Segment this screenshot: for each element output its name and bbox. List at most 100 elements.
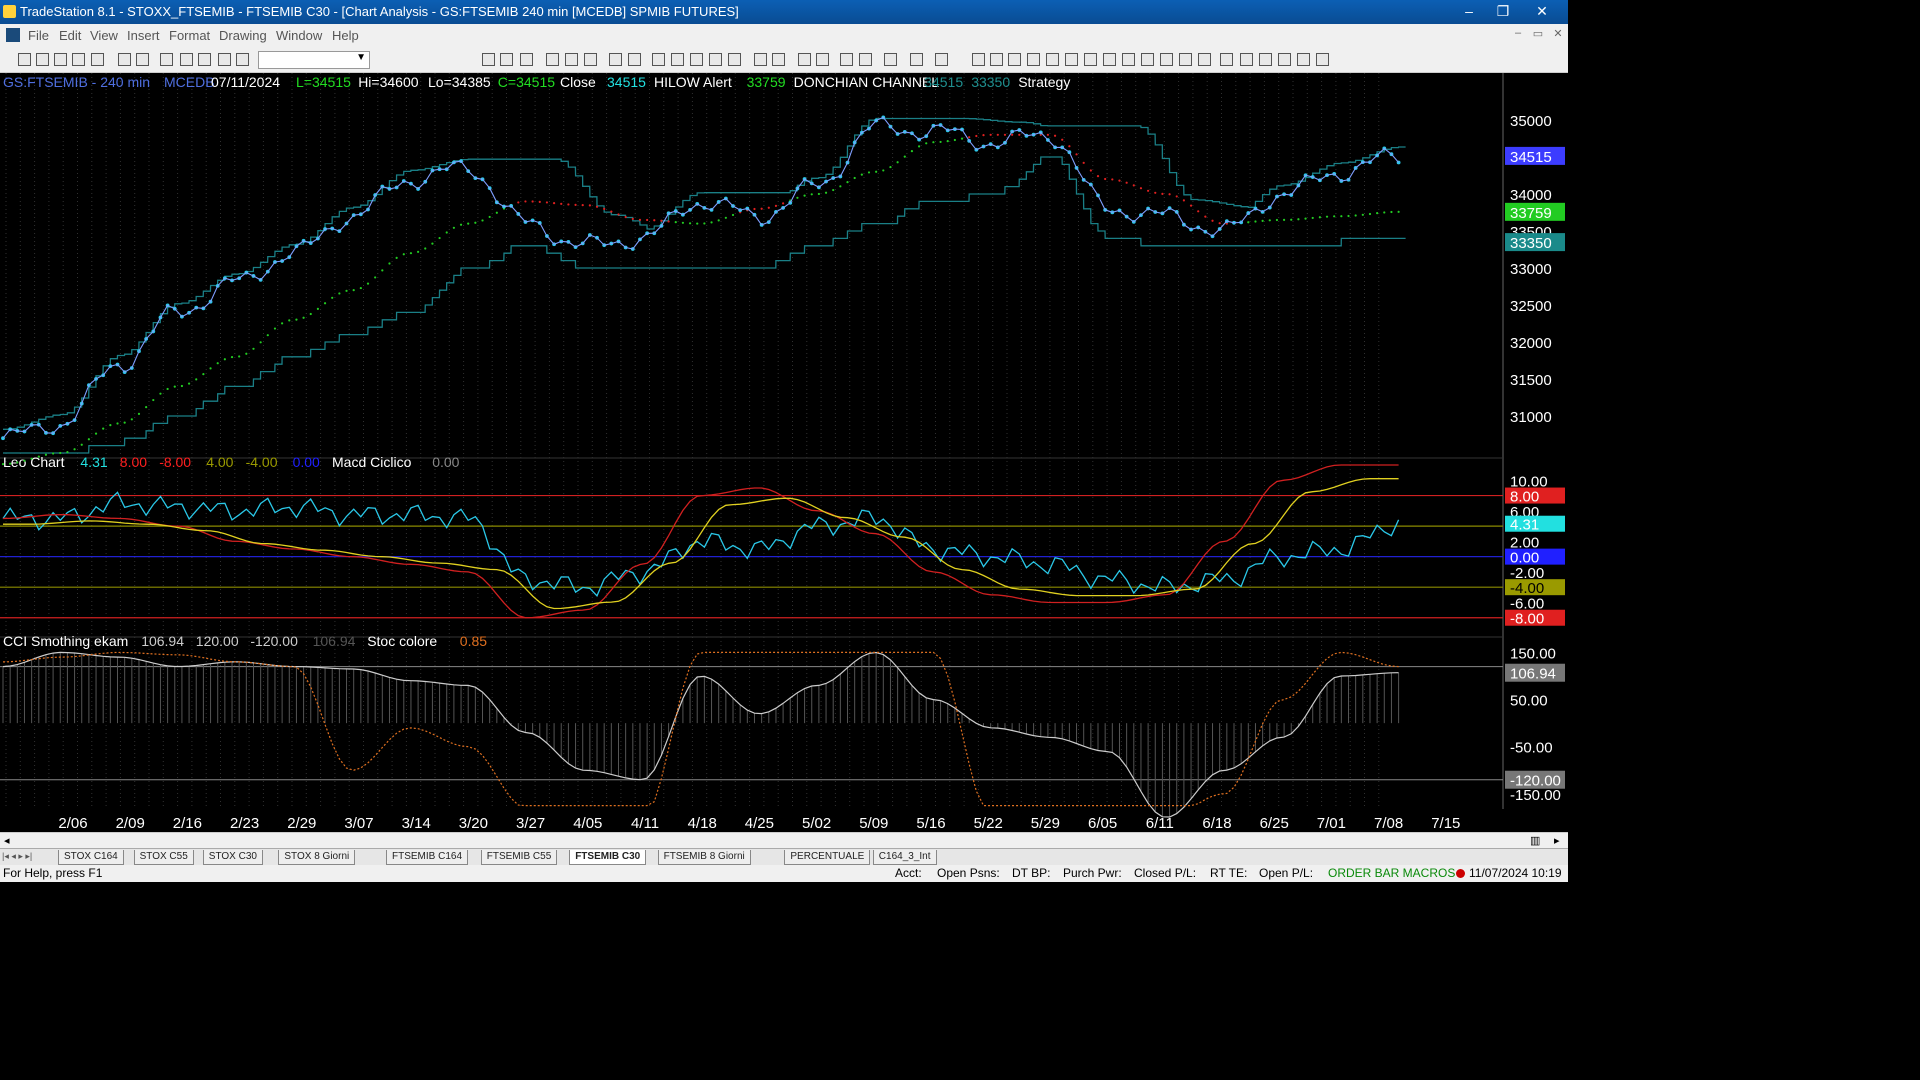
toolbar-tool-icon[interactable]: [118, 53, 131, 66]
toolbar-tool-icon[interactable]: [565, 53, 578, 66]
leo-header-label: 0.00: [293, 454, 320, 470]
toolbar-tool-icon[interactable]: [690, 53, 703, 66]
toolbar-tool-icon[interactable]: [884, 53, 897, 66]
menu-view[interactable]: View: [90, 28, 118, 43]
hilow-point: [688, 222, 692, 225]
toolbar-tool-icon[interactable]: [798, 53, 811, 66]
mdi-minimize-button[interactable]: –: [1510, 27, 1526, 43]
toolbar-tool-icon[interactable]: [1027, 53, 1040, 66]
toolbar-tool-icon[interactable]: [1122, 53, 1135, 66]
toolbar-tool-icon[interactable]: [1297, 53, 1310, 66]
hilow-point: [23, 459, 26, 462]
hilow-point: [696, 222, 699, 225]
horizontal-scrollbar[interactable]: ◂ ▥ ▸: [0, 832, 1568, 848]
cci-value-label: 106.94: [1510, 666, 1556, 683]
toolbar-tool-icon[interactable]: [816, 53, 829, 66]
menu-format[interactable]: Format: [169, 28, 210, 43]
toolbar-tool-icon[interactable]: [54, 53, 67, 66]
chevron-down-icon[interactable]: ▼: [356, 52, 366, 63]
toolbar-tool-icon[interactable]: [859, 53, 872, 66]
tab-ftsemib-c164[interactable]: FTSEMIB C164: [386, 850, 469, 865]
toolbar-tool-icon[interactable]: [1065, 53, 1078, 66]
mdi-close-button[interactable]: ✕: [1550, 27, 1566, 43]
toolbar-tool-icon[interactable]: [1198, 53, 1211, 66]
x-tick-label: 5/29: [1031, 815, 1060, 832]
hilow-point: [295, 318, 298, 321]
tab-ftsemib-c30[interactable]: FTSEMIB C30: [569, 850, 647, 865]
toolbar-tool-icon[interactable]: [1046, 53, 1059, 66]
scroll-thumb[interactable]: ▥: [1530, 834, 1540, 847]
menu-window[interactable]: Window: [276, 28, 322, 43]
toolbar-tool-icon[interactable]: [520, 53, 533, 66]
toolbar-tool-icon[interactable]: [18, 53, 31, 66]
close-button[interactable]: ✕: [1522, 0, 1562, 24]
toolbar-tool-icon[interactable]: [160, 53, 173, 66]
toolbar-tool-icon[interactable]: [754, 53, 767, 66]
menu-help[interactable]: Help: [332, 28, 359, 43]
toolbar-tool-icon[interactable]: [1141, 53, 1154, 66]
toolbar-tool-icon[interactable]: [910, 53, 923, 66]
menu-file[interactable]: File: [28, 28, 49, 43]
toolbar-tool-icon[interactable]: [772, 53, 785, 66]
toolbar-tool-icon[interactable]: [652, 53, 665, 66]
x-tick-label: 6/18: [1202, 815, 1231, 832]
menu-edit[interactable]: Edit: [59, 28, 81, 43]
toolbar-tool-icon[interactable]: [1259, 53, 1272, 66]
toolbar-tool-icon[interactable]: [840, 53, 853, 66]
toolbar-tool-icon[interactable]: [1316, 53, 1329, 66]
toolbar-tool-icon[interactable]: [990, 53, 1003, 66]
toolbar-tool-icon[interactable]: [482, 53, 495, 66]
tab-stox-c30[interactable]: STOX C30: [202, 850, 263, 865]
toolbar-tool-icon[interactable]: [671, 53, 684, 66]
toolbar-tool-icon[interactable]: [1084, 53, 1097, 66]
status-macros[interactable]: ORDER BAR MACROS: [1328, 865, 1455, 882]
mdi-restore-button[interactable]: ▭: [1530, 27, 1546, 43]
toolbar-tool-icon[interactable]: [1240, 53, 1253, 66]
toolbar-tool-icon[interactable]: [136, 53, 149, 66]
toolbar-tool-icon[interactable]: [935, 53, 948, 66]
toolbar-tool-icon[interactable]: [709, 53, 722, 66]
toolbar-tool-icon[interactable]: [72, 53, 85, 66]
hilow-point: [123, 421, 126, 424]
toolbar-tool-icon[interactable]: [236, 53, 249, 66]
chart-area[interactable]: 2/06 2/09 2/16 2/23 2/29 3/07 3/14 3/20 3/27 4/05…: [0, 73, 1568, 832]
toolbar-tool-icon[interactable]: [36, 53, 49, 66]
symbol-combobox[interactable]: ▼: [258, 51, 370, 69]
tab-stox-c164[interactable]: STOX C164: [58, 850, 124, 865]
menu-insert[interactable]: Insert: [127, 28, 160, 43]
hilow-point: [631, 217, 634, 220]
tab-nav-icons[interactable]: |◂ ◂ ▸ ▸|: [2, 851, 32, 862]
toolbar-tool-icon[interactable]: [609, 53, 622, 66]
toolbar-tool-icon[interactable]: [180, 53, 193, 66]
toolbar-tool-icon[interactable]: [546, 53, 559, 66]
toolbar-tool-icon[interactable]: [1103, 53, 1116, 66]
toolbar-tool-icon[interactable]: [728, 53, 741, 66]
maximize-button[interactable]: ❐: [1486, 0, 1520, 24]
toolbar-tool-icon[interactable]: [218, 53, 231, 66]
tab-ftsemib-c55[interactable]: FTSEMIB C55: [480, 850, 558, 865]
toolbar-tool-icon[interactable]: [1008, 53, 1021, 66]
hilow-point: [109, 423, 112, 427]
tab-stox-c55[interactable]: STOX C55: [133, 850, 194, 865]
toolbar-tool-icon[interactable]: [1179, 53, 1192, 66]
toolbar-tool-icon[interactable]: [584, 53, 597, 66]
toolbar-tool-icon[interactable]: [972, 53, 985, 66]
x-tick-label: 2/09: [116, 815, 145, 832]
toolbar-tool-icon[interactable]: [1160, 53, 1173, 66]
toolbar-tool-icon[interactable]: [628, 53, 641, 66]
tab-ftsemib-8-giorni[interactable]: FTSEMIB 8 Giorni: [657, 850, 751, 865]
menu-drawing[interactable]: Drawing: [219, 28, 267, 43]
toolbar-tool-icon[interactable]: [91, 53, 104, 66]
scroll-left-icon[interactable]: ◂: [4, 834, 10, 847]
x-tick-label: 6/05: [1088, 815, 1117, 832]
toolbar-tool-icon[interactable]: [198, 53, 211, 66]
chart-doc-icon[interactable]: [6, 28, 20, 42]
toolbar-tool-icon[interactable]: [1278, 53, 1291, 66]
toolbar-tool-icon[interactable]: [1220, 53, 1233, 66]
scroll-right-icon[interactable]: ▸: [1554, 834, 1560, 847]
tab-percentuale[interactable]: PERCENTUALE: [784, 850, 871, 865]
toolbar-tool-icon[interactable]: [500, 53, 513, 66]
minimize-button[interactable]: –: [1452, 0, 1486, 24]
tab-c164_3_int[interactable]: C164_3_Int: [872, 850, 937, 865]
tab-stox-8-giorni[interactable]: STOX 8 Giorni: [278, 850, 356, 865]
